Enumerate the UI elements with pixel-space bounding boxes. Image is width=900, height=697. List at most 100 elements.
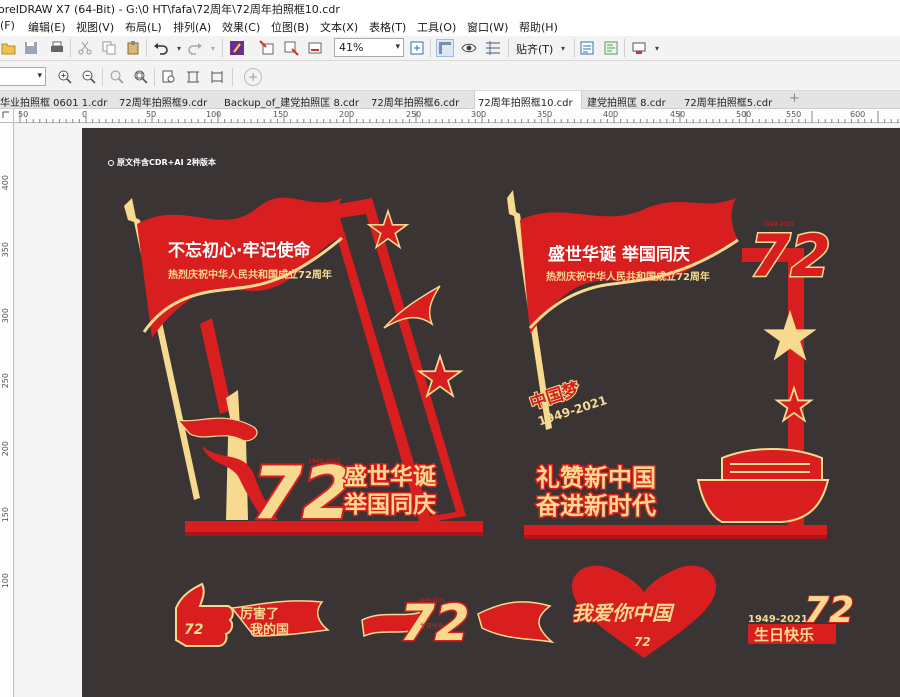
- left-photo-frame: 不忘初心·牢记使命 热烈庆祝中华人民共和国成立72周年 72 1949-2021…: [124, 197, 483, 537]
- cut-icon[interactable]: [76, 39, 94, 57]
- right-frame-base-shadow: [524, 535, 827, 539]
- zoom-to-page-height-icon[interactable]: [208, 68, 226, 86]
- ruler-origin[interactable]: [0, 109, 14, 123]
- search-content-icon[interactable]: [228, 39, 246, 57]
- export-icon[interactable]: [282, 39, 300, 57]
- welcome-screen-icon[interactable]: [578, 39, 596, 57]
- menu-view[interactable]: 视图(V): [76, 19, 114, 35]
- tab-document[interactable]: 华业拍照框 0601 1.cdr: [0, 91, 110, 109]
- tab-label: +: [789, 91, 800, 106]
- menu-file[interactable]: (F): [0, 19, 15, 32]
- redo-icon[interactable]: [186, 39, 204, 57]
- application-launcher-icon[interactable]: [630, 39, 648, 57]
- menu-help[interactable]: 帮助(H): [519, 19, 558, 35]
- zoom-to-all-objects-icon[interactable]: [132, 68, 150, 86]
- standard-toolbar: ▾ ▾ 41% ▾ 贴齐(T) ▾ ▾: [0, 36, 900, 61]
- toolbar-separator: [146, 39, 147, 57]
- toolbar-separator: [102, 68, 103, 86]
- zoom-out-icon[interactable]: [80, 68, 98, 86]
- add-preset-icon[interactable]: +: [244, 68, 262, 86]
- paste-icon[interactable]: [124, 39, 142, 57]
- toolbar-separator: [508, 39, 509, 57]
- menu-text[interactable]: 文本(X): [320, 19, 358, 35]
- vertical-ruler[interactable]: 400 350 300 250 200 150 100: [0, 123, 14, 697]
- copy-icon[interactable]: [100, 39, 118, 57]
- horizontal-ruler-ticks: [19, 111, 899, 123]
- huabiao-column: [226, 390, 248, 520]
- sticker-ribbon-right: [477, 601, 555, 644]
- publish-pdf-icon[interactable]: [306, 39, 324, 57]
- document-tabs: 华业拍照框 0601 1.cdr 72周年拍照框9.cdr Backup_of_…: [0, 91, 900, 109]
- sticker-thumbs-up: 72 厉害了 我的国: [175, 582, 330, 647]
- tab-label: 华业拍照框 0601 1.cdr: [0, 98, 108, 109]
- tab-document-active[interactable]: 72周年拍照框10.cdr: [474, 91, 582, 109]
- sticker3-number: 72: [634, 635, 651, 649]
- open-icon[interactable]: [0, 39, 18, 57]
- sticker4-years: 1949-2021: [748, 614, 808, 625]
- snap-to-dropdown[interactable]: 贴齐(T): [516, 41, 553, 57]
- toolbar-separator: [624, 39, 625, 57]
- tab-document[interactable]: 建党拍照匡 8.cdr: [587, 91, 679, 109]
- zoom-in-icon[interactable]: [56, 68, 74, 86]
- tab-document[interactable]: 72周年拍照框9.cdr: [119, 91, 219, 109]
- sticker-ribbon-72: 72 1949-2021 生日快乐: [361, 593, 555, 654]
- undo-icon[interactable]: [152, 39, 170, 57]
- menu-window[interactable]: 窗口(W): [467, 19, 508, 35]
- horizontal-ruler[interactable]: 50 0 50 100 150 200 250 300 350 400 450 …: [14, 109, 900, 123]
- right-photo-frame: 盛世华诞 举国同庆 热烈庆祝中华人民共和国成立72周年 72 1949-2021…: [507, 190, 832, 539]
- menu-layout[interactable]: 布局(L): [125, 19, 162, 35]
- menu-bitmaps[interactable]: 位图(B): [271, 19, 309, 35]
- menu-arrange[interactable]: 排列(A): [173, 19, 211, 35]
- right-flag: [520, 198, 738, 334]
- zoom-to-page-icon[interactable]: [160, 68, 178, 86]
- left-years: 1949-2021: [308, 458, 341, 465]
- chevron-down-icon[interactable]: ▾: [648, 39, 666, 57]
- right-flag-title: 盛世华诞 举国同庆: [548, 244, 690, 265]
- zoom-level-value: 41%: [339, 41, 364, 54]
- sticker2-years: 1949-2021: [418, 598, 445, 604]
- chevron-down-icon[interactable]: ▾: [554, 39, 572, 57]
- right-flag-subtitle: 热烈庆祝中华人民共和国成立72周年: [546, 270, 710, 283]
- show-guidelines-icon[interactable]: [484, 39, 502, 57]
- units-select[interactable]: ▾: [0, 67, 46, 86]
- zoom-level-select[interactable]: 41% ▾: [334, 38, 404, 57]
- zoom-to-page-width-icon[interactable]: [184, 68, 202, 86]
- menu-tools[interactable]: 工具(O): [417, 19, 456, 35]
- redo-dropdown-icon[interactable]: ▾: [204, 39, 222, 57]
- ruler-label: 400: [1, 175, 10, 191]
- tab-document[interactable]: Backup_of_建党拍照匡 8.cdr: [224, 91, 364, 109]
- menu-effects[interactable]: 效果(C): [222, 19, 260, 35]
- ruler-label: 200: [1, 441, 10, 457]
- options-icon[interactable]: [602, 39, 620, 57]
- sticker-birthday: 1949-2021 72 生日快乐: [748, 589, 855, 644]
- full-screen-icon[interactable]: [408, 39, 426, 57]
- toolbar-separator: [430, 39, 431, 57]
- menu-edit[interactable]: 编辑(E): [28, 19, 66, 35]
- left-flag-subtitle: 热烈庆祝中华人民共和国成立72周年: [168, 268, 332, 281]
- left-slogan-line1: 盛世华诞: [344, 463, 437, 490]
- window-title: oreIDRAW X7 (64-Bit) - G:\0 HT\fafa\72周年…: [0, 3, 340, 16]
- right-slogan-line1: 礼赞新中国: [536, 464, 656, 492]
- huabiao-cloud: [176, 417, 258, 442]
- tab-document[interactable]: 72周年拍照框5.cdr: [684, 91, 784, 109]
- print-icon[interactable]: [48, 39, 66, 57]
- right-frame-base: [524, 525, 827, 535]
- tab-document[interactable]: 72周年拍照框6.cdr: [371, 91, 471, 109]
- sticker1-line1: 厉害了: [240, 606, 279, 622]
- new-tab-button[interactable]: +: [789, 91, 803, 109]
- menu-table[interactable]: 表格(T): [369, 19, 406, 35]
- toolbar-separator: [574, 39, 575, 57]
- sticker3-text: 我爱你中国: [572, 601, 675, 625]
- import-icon[interactable]: [258, 39, 276, 57]
- zoom-to-selected-icon[interactable]: [108, 68, 126, 86]
- title-bar: oreIDRAW X7 (64-Bit) - G:\0 HT\fafa\72周年…: [0, 0, 900, 17]
- toolbar-separator: [222, 39, 223, 57]
- ruler-origin-icon: [2, 111, 9, 118]
- tab-label: 72周年拍照框6.cdr: [371, 98, 460, 109]
- show-grid-icon[interactable]: [460, 39, 478, 57]
- artboard-page[interactable]: 原文件含CDR+AI 2种版本 不忘初心·牢记使命 热烈庆祝中华人民共和国成立7…: [82, 128, 900, 697]
- tab-label: 72周年拍照框5.cdr: [684, 98, 773, 109]
- show-rulers-icon[interactable]: [436, 39, 454, 57]
- ruler-label: 150: [1, 507, 10, 523]
- save-icon[interactable]: [22, 39, 40, 57]
